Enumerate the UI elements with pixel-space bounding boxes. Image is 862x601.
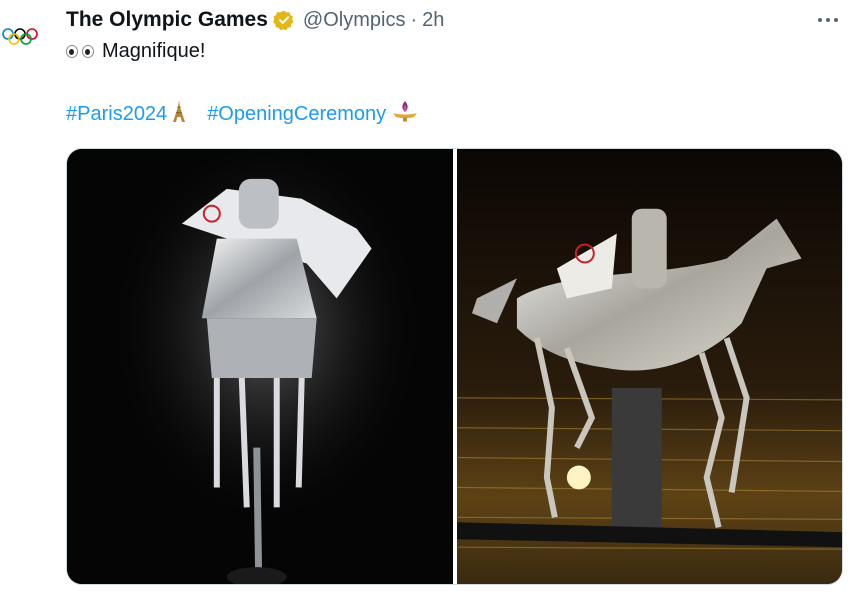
eiffel-tower-emoji-icon xyxy=(171,99,187,129)
separator-dot: · xyxy=(410,8,418,31)
silver-horse-rider-front-photo xyxy=(67,149,453,584)
verified-badge-icon[interactable] xyxy=(272,9,295,31)
silver-horse-rider-side-photo xyxy=(456,149,842,584)
post-time[interactable]: 2h xyxy=(422,9,444,32)
avatar[interactable] xyxy=(0,10,46,56)
author-handle[interactable]: @Olympics xyxy=(303,9,406,32)
hashtag-line: #Paris2024 #OpeningCeremony xyxy=(66,99,420,129)
olympic-flame-emoji-icon xyxy=(390,99,420,129)
hashtag-paris2024[interactable]: #Paris2024 xyxy=(66,103,167,126)
more-options-button[interactable] xyxy=(812,8,844,32)
media-grid[interactable] xyxy=(66,148,843,585)
more-horizontal-icon xyxy=(818,18,838,22)
eyes-emoji-icon xyxy=(66,45,94,58)
olympic-rings-icon xyxy=(2,28,38,45)
photo-2[interactable] xyxy=(456,149,842,584)
tweet-text: Magnifique! xyxy=(66,40,205,63)
author-name[interactable]: The Olympic Games xyxy=(66,8,268,32)
hashtag-openingceremony[interactable]: #OpeningCeremony xyxy=(207,103,386,126)
photo-1[interactable] xyxy=(67,149,453,584)
tweet-text-content: Magnifique! xyxy=(102,40,206,62)
tweet-header: The Olympic Games @Olympics · 2h xyxy=(66,6,444,34)
